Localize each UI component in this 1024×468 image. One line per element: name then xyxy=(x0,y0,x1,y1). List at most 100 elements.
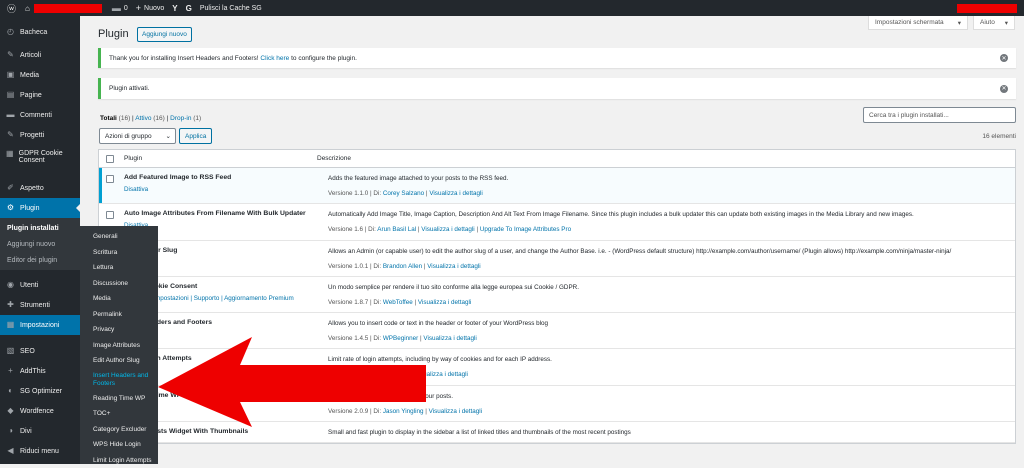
author-link[interactable]: Arun Basil Lal xyxy=(377,226,416,233)
sidebar-item-settings[interactable]: ▦ Impostazioni xyxy=(0,315,80,335)
details-link[interactable]: Visualizza i dettagli xyxy=(418,299,471,306)
configure-link[interactable]: Click here xyxy=(260,55,289,62)
filter-active[interactable]: Attivo (16) xyxy=(135,115,165,122)
select-all-checkbox[interactable] xyxy=(106,155,114,163)
add-new-button[interactable]: Aggiungi nuovo xyxy=(137,27,192,42)
flyout-item[interactable]: Lettura xyxy=(80,260,158,276)
author-link[interactable]: WebToffee xyxy=(383,299,413,306)
plugin-meta: Versione 1.0.1 | Di: Brandon Allen | Vis… xyxy=(328,262,1000,271)
table-row: Reading Time WPDisattivaAdd an estimated… xyxy=(99,386,1015,422)
flyout-item[interactable]: Discussione xyxy=(80,276,158,292)
plugin-description: Un modo semplice per rendere il tuo sito… xyxy=(328,283,1000,292)
sidebar-item-dashboard[interactable]: ◴Bacheca xyxy=(0,22,80,42)
description-cell: Automatically Add Image Title, Image Cap… xyxy=(310,204,1000,239)
cache-link[interactable]: GPulisci la Cache SG xyxy=(186,4,262,13)
row-actions[interactable]: Disattiva xyxy=(124,186,231,193)
flyout-item[interactable]: Media xyxy=(80,291,158,307)
flyout-item[interactable]: Permalink xyxy=(80,307,158,323)
column-plugin[interactable]: Plugin xyxy=(124,155,317,162)
bulk-actions-select[interactable]: Azioni di gruppo⌄ xyxy=(99,128,176,144)
table-row: Limit Login AttemptsDisattivaLimit rate … xyxy=(99,349,1015,385)
wordpress-logo-icon[interactable]: ⓦ xyxy=(7,2,16,15)
description-cell: Limit rate of login attempts, including … xyxy=(310,349,1000,384)
comments-link[interactable]: ▬0 xyxy=(112,4,128,13)
sidebar-item-label: Impostazioni xyxy=(20,322,59,329)
dismiss-icon[interactable]: ✕ xyxy=(1000,85,1008,93)
table-header: Plugin Descrizione xyxy=(99,150,1015,168)
flyout-item[interactable]: Limit Login Attempts xyxy=(80,453,158,468)
author-link[interactable]: Corey Salzano xyxy=(383,190,424,197)
sidebar-item-users[interactable]: ◉Utenti xyxy=(0,275,80,295)
flyout-item[interactable]: TOC+ xyxy=(80,406,158,422)
flyout-item[interactable]: Privacy xyxy=(80,322,158,338)
sidebar-item-label: Plugin xyxy=(20,205,39,212)
apply-button[interactable]: Applica xyxy=(179,128,212,144)
plugin-description: Automatically Add Image Title, Image Cap… xyxy=(328,210,1000,219)
redacted-user-name[interactable] xyxy=(957,4,1017,13)
plugin-search-input[interactable]: Cerca tra i plugin installati... xyxy=(863,107,1016,123)
details-link[interactable]: Visualizza i dettagli xyxy=(429,408,482,415)
details-link[interactable]: Visualizza i dettagli xyxy=(423,335,476,342)
details-link[interactable]: Visualizza i dettagli xyxy=(421,226,474,233)
sidebar-item-media[interactable]: ▣Media xyxy=(0,65,80,85)
submenu-item[interactable]: Plugin installati xyxy=(0,220,80,236)
flyout-item[interactable]: Insert Headers and Footers xyxy=(80,369,158,391)
flyout-item[interactable]: Generali xyxy=(80,229,158,245)
sidebar-item-pin[interactable]: ✎Articoli xyxy=(0,45,80,65)
tools-icon: ✚ xyxy=(6,301,15,309)
author-link[interactable]: Jason Yingling xyxy=(383,408,424,415)
sidebar-item-cookie[interactable]: ▦GDPR Cookie Consent xyxy=(0,145,80,173)
filter-all[interactable]: Totali (16) xyxy=(100,115,130,122)
plugin-name: Auto Image Attributes From Filename With… xyxy=(124,210,306,217)
settings-icon: ▦ xyxy=(6,321,15,329)
redacted-site-name[interactable] xyxy=(34,4,102,13)
flyout-item[interactable]: Category Excluder xyxy=(80,422,158,438)
details-link[interactable]: Visualizza i dettagli xyxy=(429,190,482,197)
sidebar-item-page[interactable]: ▤Pagine xyxy=(0,85,80,105)
sidebar-item-brush[interactable]: ✐Aspetto xyxy=(0,178,80,198)
sidebar-item-addthis[interactable]: +AddThis xyxy=(0,361,80,381)
flyout-item[interactable]: WPS Hide Login xyxy=(80,437,158,453)
sidebar-item-divi[interactable]: ◑ Divi xyxy=(0,421,80,441)
sidebar-item-seo[interactable]: ▧SEO xyxy=(0,341,80,361)
submenu-item[interactable]: Aggiungi nuovo xyxy=(0,236,80,252)
sidebar-item-wordfence[interactable]: ◆Wordfence xyxy=(0,401,80,421)
row-checkbox[interactable] xyxy=(106,175,114,183)
submenu-item[interactable]: Editor dei plugin xyxy=(0,252,80,268)
table-row: Insert Headers and FootersDisattivaAllow… xyxy=(99,313,1015,349)
flyout-item[interactable]: Reading Time WP xyxy=(80,391,158,407)
upgrade-link[interactable]: Upgrade To Image Attributes Pro xyxy=(480,226,571,233)
table-row: Add Featured Image to RSS FeedDisattivaA… xyxy=(99,168,1015,204)
row-checkbox[interactable] xyxy=(106,211,114,219)
sidebar-item-collapse[interactable]: ◀Riduci menu xyxy=(0,441,80,461)
divi-icon: ◑ xyxy=(6,427,15,435)
plugin-meta: Versione 1.8.7 | Di: WebToffee | Visuali… xyxy=(328,298,1000,307)
plugin-name: Add Featured Image to RSS Feed xyxy=(124,174,231,181)
help-button[interactable]: Aiuto▾ xyxy=(973,16,1015,30)
author-link[interactable]: WPChef xyxy=(386,371,409,378)
details-link[interactable]: Visualizza i dettagli xyxy=(427,263,480,270)
plugin-description: Allows an Admin (or capable user) to edi… xyxy=(328,247,1000,256)
screen-options-button[interactable]: Impostazioni schermata▾ xyxy=(868,16,968,30)
author-link[interactable]: WPBeginner xyxy=(383,335,418,342)
sidebar-item-label: SEO xyxy=(20,348,35,355)
flyout-item[interactable]: Scrittura xyxy=(80,245,158,261)
sidebar-item-tools[interactable]: ✚Strumenti xyxy=(0,295,80,315)
sidebar-item-pin[interactable]: ✎Progetti xyxy=(0,125,80,145)
yoast-icon[interactable]: Y xyxy=(172,4,177,13)
dashboard-icon: ◴ xyxy=(6,28,15,36)
plugin-meta: Versione 1.4.5 | Di: WPBeginner | Visual… xyxy=(328,334,1000,343)
dismiss-icon[interactable]: ✕ xyxy=(1000,54,1008,62)
sidebar-item-plugin[interactable]: ⚙Plugin xyxy=(0,198,80,218)
sidebar-item-label: Divi xyxy=(20,428,32,435)
sidebar-item-comment[interactable]: ▬Commenti xyxy=(0,105,80,125)
filter-dropin[interactable]: Drop-in (1) xyxy=(170,115,201,122)
flyout-item[interactable]: Edit Author Slug xyxy=(80,353,158,369)
caret-down-icon: ▾ xyxy=(1005,19,1008,27)
details-link[interactable]: Visualizza i dettagli xyxy=(414,371,467,378)
flyout-item[interactable]: Image Attributes xyxy=(80,338,158,354)
home-icon[interactable]: ⌂ xyxy=(25,4,30,13)
sidebar-item-sg[interactable]: ◐SG Optimizer xyxy=(0,381,80,401)
author-link[interactable]: Brandon Allen xyxy=(383,263,422,270)
new-link[interactable]: +Nuovo xyxy=(136,3,165,13)
